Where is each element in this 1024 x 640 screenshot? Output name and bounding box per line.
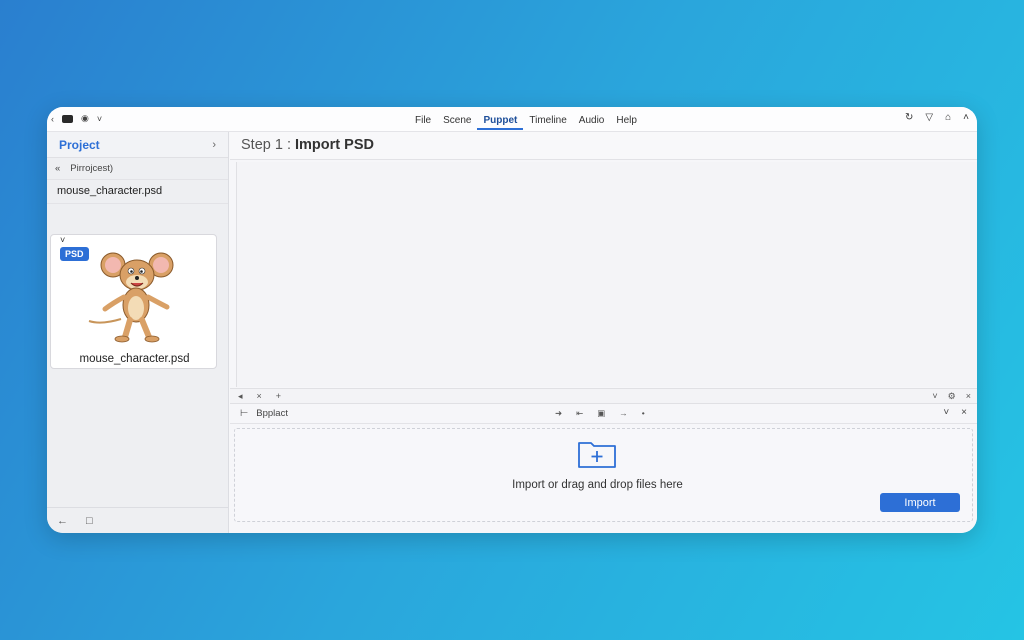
project-panel: Project › « Pirrojcest) mouse_character.… (47, 132, 229, 533)
panel-label: Bpplact (256, 408, 288, 419)
square-icon[interactable]: □ (86, 515, 93, 527)
menu-timeline[interactable]: Timeline (523, 113, 572, 130)
panel-marker-icon: ⊢ (240, 408, 249, 419)
panel-controls: ˅ × (943, 407, 967, 418)
eye-icon[interactable]: ◉ (81, 113, 89, 124)
frame-icon[interactable]: ▣ (597, 408, 605, 419)
step-prefix: Step 1 : (241, 137, 291, 153)
skip-back-icon[interactable]: ⇤ (576, 408, 583, 419)
close-icon[interactable]: × (966, 391, 971, 402)
dock-tab-strip: ◂ × + ˅ ⚙ × (230, 388, 977, 404)
chevron-down-icon[interactable]: ˅ (943, 407, 949, 418)
home-icon[interactable]: ⌂ (945, 112, 951, 123)
menu-scene[interactable]: Scene (437, 113, 477, 130)
project-header[interactable]: Project › (47, 132, 228, 158)
close-icon[interactable]: × (257, 391, 262, 401)
menu-file[interactable]: File (409, 113, 437, 130)
project-title: Project (59, 137, 100, 152)
import-button[interactable]: Import (880, 493, 960, 512)
panel-tools: ➜ ⇤ ▣ → • (555, 408, 645, 419)
menu-puppet[interactable]: Puppet (477, 113, 524, 130)
app-window: ‹ ◉ ˅ File Scene Puppet Timeline Audio H… (47, 107, 977, 533)
main-menu: File Scene Puppet Timeline Audio Help (409, 113, 643, 130)
settings-icon[interactable]: ⚙ (948, 391, 956, 402)
arrow-left-icon[interactable]: ← (57, 515, 68, 527)
mouse-character-thumbnail (88, 252, 174, 343)
back-icon[interactable]: ‹ (51, 114, 54, 124)
pointer-icon[interactable]: ➜ (555, 408, 562, 419)
page-title: Step 1 : Import PSD (230, 132, 977, 160)
chevron-down-icon[interactable]: ˅ (60, 235, 65, 245)
refresh-icon[interactable]: ↻ (905, 112, 913, 123)
thumbnail-filename: mouse_character.psd (79, 353, 190, 365)
window-controls: ‹ ◉ ˅ (51, 113, 102, 124)
project-path: « Pirrojcest) (47, 158, 228, 180)
close-icon[interactable]: × (961, 407, 967, 418)
shield-icon[interactable]: ▽ (925, 112, 933, 123)
path-label: Pirrojcest) (70, 163, 114, 174)
chevron-down-icon[interactable]: ˅ (97, 114, 102, 124)
top-bar: ‹ ◉ ˅ File Scene Puppet Timeline Audio H… (47, 107, 977, 132)
asset-thumbnail-card[interactable]: ˅ PSD mouse_character.psd (50, 234, 217, 369)
add-icon[interactable]: + (276, 391, 281, 401)
project-footer: ← □ (47, 507, 229, 533)
file-drop-zone[interactable]: Import or drag and drop files here Impor… (234, 428, 973, 522)
arrow-right-icon[interactable]: → (619, 408, 628, 419)
stage-canvas[interactable] (236, 162, 977, 387)
import-panel-header: ⊢ Bpplact ➜ ⇤ ▣ → • ˅ × (230, 404, 977, 424)
chevron-up-icon[interactable]: ˄ (963, 112, 969, 123)
project-file-item[interactable]: mouse_character.psd (47, 180, 228, 204)
pin-icon[interactable]: • (642, 408, 645, 419)
folder-plus-icon (578, 442, 616, 468)
step-name: Import PSD (295, 137, 374, 153)
drop-instruction: Import or drag and drop files here (512, 479, 683, 491)
main-area: Step 1 : Import PSD ◂ × + ˅ ⚙ × ⊢ Bpplac… (230, 132, 977, 533)
toolbar-right: ↻ ▽ ⌂ ˄ (905, 112, 969, 123)
collapse-icon[interactable]: « (55, 163, 60, 174)
collapse-left-icon[interactable]: ◂ (238, 391, 243, 402)
menu-audio[interactable]: Audio (573, 113, 611, 130)
menu-help[interactable]: Help (610, 113, 643, 130)
chevron-down-icon[interactable]: ˅ (932, 391, 937, 402)
chevron-right-icon[interactable]: › (212, 139, 216, 151)
app-icon (62, 114, 73, 123)
